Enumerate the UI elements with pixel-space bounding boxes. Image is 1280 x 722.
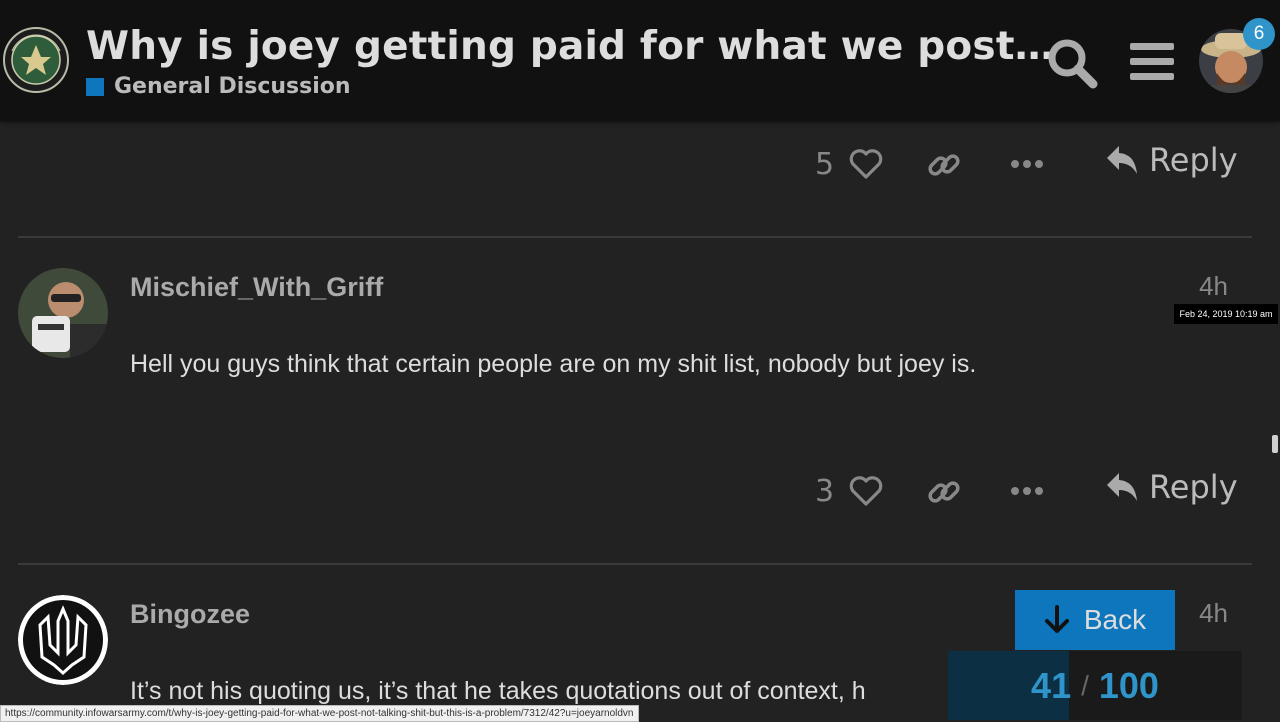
post-avatar[interactable] <box>18 268 108 358</box>
reply-label: Reply <box>1149 468 1238 506</box>
back-button[interactable]: Back <box>1015 590 1175 650</box>
progress-counter: 41 / 100 <box>948 651 1242 720</box>
heart-icon[interactable] <box>849 148 883 180</box>
heart-icon[interactable] <box>849 475 883 507</box>
more-options-icon[interactable] <box>1010 486 1044 496</box>
like-count[interactable]: 3 <box>815 474 834 509</box>
post-time[interactable]: 4h <box>1199 598 1228 629</box>
infowars-army-seal-icon[interactable] <box>3 27 69 93</box>
reply-button[interactable]: Reply <box>1105 468 1238 506</box>
status-bar-url: https://community.infowarsarmy.com/t/why… <box>0 705 639 722</box>
back-label: Back <box>1083 604 1147 635</box>
reply-label: Reply <box>1149 141 1238 179</box>
topic-progress-bar[interactable]: 41 / 100 <box>948 651 1242 720</box>
reply-button[interactable]: Reply <box>1105 141 1238 179</box>
topic-title[interactable]: Why is joey getting paid for what we pos… <box>86 24 1054 69</box>
link-icon[interactable] <box>926 474 962 510</box>
post-time[interactable]: 4h <box>1199 271 1228 302</box>
notification-count-badge[interactable]: 6 <box>1243 18 1275 50</box>
post-divider <box>18 236 1252 238</box>
arrow-down-icon <box>1044 605 1069 633</box>
post-actions: 5 Reply <box>0 135 1280 195</box>
post-divider <box>18 563 1252 565</box>
post-username[interactable]: Bingozee <box>130 599 250 630</box>
hamburger-menu-icon[interactable] <box>1130 41 1174 81</box>
post-body: It’s not his quoting us, it’s that he ta… <box>130 677 866 705</box>
search-icon[interactable] <box>1046 37 1098 89</box>
scrollbar-thumb[interactable] <box>1272 435 1278 453</box>
more-options-icon[interactable] <box>1010 159 1044 169</box>
like-count[interactable]: 5 <box>815 147 834 182</box>
post-date-tooltip: Feb 24, 2019 10:19 am <box>1174 304 1278 324</box>
post-avatar[interactable] <box>18 595 108 685</box>
site-header: Why is joey getting paid for what we pos… <box>0 0 1280 121</box>
category-color-swatch <box>86 77 104 96</box>
post-actions: 3 Reply <box>0 462 1280 522</box>
post-body: Hell you guys think that certain people … <box>130 350 977 378</box>
reply-arrow-icon <box>1107 146 1137 174</box>
trident-emblem-icon <box>18 595 108 685</box>
user-avatar-icon <box>18 268 108 358</box>
post-username[interactable]: Mischief_With_Griff <box>130 272 383 303</box>
total-post-count: 100 <box>1098 664 1159 706</box>
reply-arrow-icon <box>1107 473 1137 501</box>
category-badge[interactable]: General Discussion <box>86 74 351 99</box>
progress-separator: / <box>1081 669 1089 701</box>
category-label: General Discussion <box>114 74 351 99</box>
link-icon[interactable] <box>926 147 962 183</box>
current-post-number: 41 <box>1031 664 1072 706</box>
